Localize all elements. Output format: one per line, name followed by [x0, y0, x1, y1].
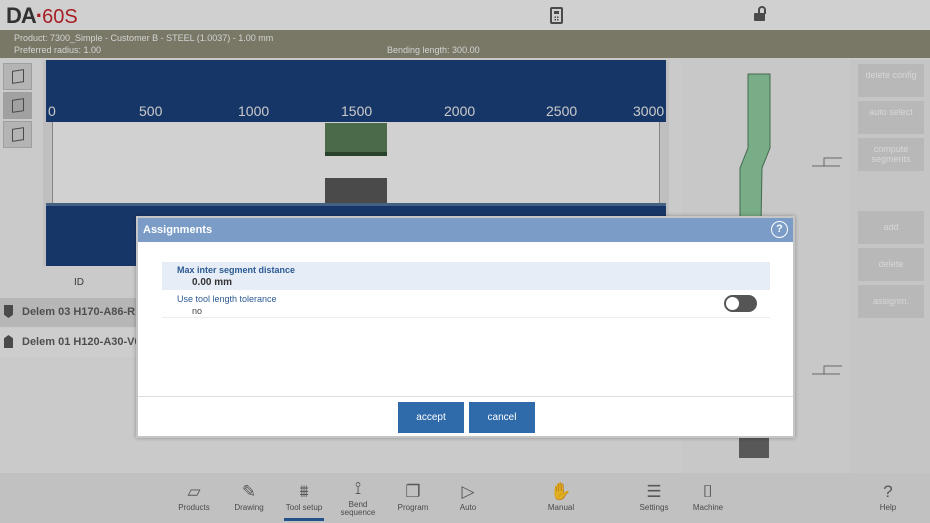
toggle-knob	[726, 297, 739, 310]
help-icon[interactable]: ?	[771, 221, 788, 238]
dialog-divider	[138, 396, 793, 397]
dialog-title: Assignments ?	[138, 218, 793, 242]
tool-length-tolerance-value: no	[192, 306, 203, 316]
tool-length-tolerance-toggle[interactable]	[724, 295, 757, 312]
cancel-button[interactable]: cancel	[469, 402, 535, 433]
max-inter-segment-distance-value: 0.00 mm	[192, 277, 233, 288]
assignments-dialog: Assignments ? Max inter segment distance…	[136, 216, 795, 438]
accept-button[interactable]: accept	[398, 402, 464, 433]
max-inter-segment-distance-field[interactable]: Max inter segment distance 0.00 mm	[162, 262, 770, 290]
tool-length-tolerance-field[interactable]: Use tool length tolerance no	[162, 290, 770, 318]
